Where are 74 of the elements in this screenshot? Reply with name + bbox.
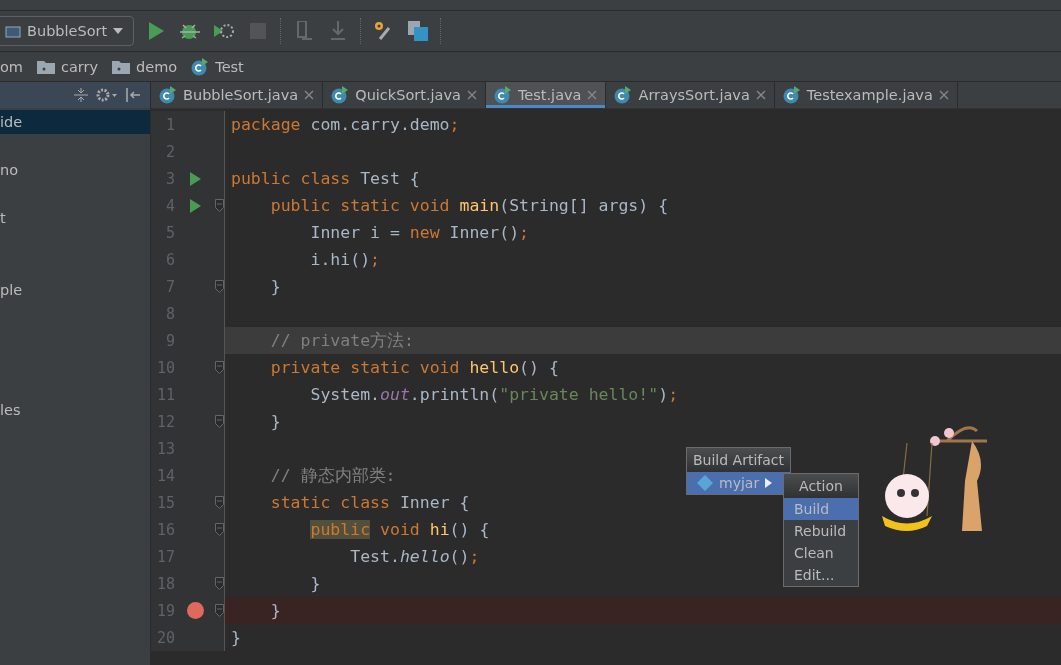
code-line: public class Test { [231,169,420,188]
class-icon [159,86,177,104]
class-icon [493,86,512,104]
project-tree-item[interactable]: no [0,158,150,182]
artifact-icon [697,475,713,491]
code-line: // private方法: [269,329,414,352]
project-tree-item[interactable]: ple [0,278,150,302]
code-line: public void hi() { [309,520,490,539]
folder-icon [37,59,55,74]
code-line: // 静态内部类: [269,464,396,487]
action-menu-item[interactable]: Clean [784,542,858,564]
code-line: System.out.println("private hello!"); [309,385,679,404]
code-line: public static void main(String[] args) { [269,196,669,215]
code-line: } [309,574,321,593]
breakpoint-icon[interactable] [186,602,204,619]
down-arrow-icon [329,21,348,41]
collapse-all-icon[interactable] [74,88,88,102]
folder-icon [112,59,131,74]
code-line: static class Inner { [269,493,470,512]
fold-marker-icon[interactable] [215,199,224,212]
editor-tab[interactable]: Testexample.java [774,82,958,108]
class-icon [331,86,350,104]
class-icon [614,86,633,104]
code-line: Test.hello(); [349,547,480,566]
run-gutter-icon[interactable] [189,171,201,186]
project-tree-item[interactable]: t [0,206,150,230]
hide-panel-icon[interactable] [126,88,142,102]
structure-button[interactable] [406,19,431,43]
action-menu-item[interactable]: Rebuild [784,520,858,542]
project-tree-item[interactable]: les [0,398,150,422]
breadcrumb[interactable]: om [0,58,23,75]
class-icon [782,86,801,104]
code-line: Inner i = new Inner(); [309,223,530,242]
dropdown-caret-icon [113,28,124,34]
close-icon[interactable] [938,90,949,100]
code-line: i.hi(); [309,250,380,269]
fold-marker-icon[interactable] [215,577,224,590]
settings-icon[interactable] [96,88,118,102]
code-line: } [231,628,241,647]
run-gutter-icon[interactable] [189,198,201,213]
fold-marker-icon[interactable] [215,280,224,293]
breadcrumb[interactable]: demo [112,58,178,75]
code-line: package com.carry.demo; [231,115,460,134]
code-line: } [269,601,281,620]
close-icon[interactable] [466,90,477,100]
window-icon [5,24,21,38]
coverage-icon [214,22,235,40]
code-line: } [269,412,281,431]
breadcrumb[interactable]: carry [37,58,99,75]
editor-tab[interactable]: BubbleSort.java [151,82,324,108]
run-configuration-dropdown[interactable]: BubbleSort [0,16,135,46]
run-icon [148,22,165,40]
popup-title: Build Artifact [687,448,790,472]
close-icon[interactable] [755,90,766,100]
breadcrumb[interactable]: Test [191,57,244,76]
structure-icon [408,21,429,41]
submenu-arrow-icon [765,478,773,488]
editor-tab[interactable]: QuickSort.java [323,82,486,108]
editor-tab[interactable]: ArraysSort.java [606,82,775,108]
fold-marker-icon[interactable] [215,415,224,428]
class-icon [191,57,210,76]
fold-marker-icon[interactable] [215,523,224,536]
action-menu-item[interactable]: Edit... [784,564,858,586]
submenu-title: Action [784,474,858,498]
fold-marker-icon[interactable] [215,361,224,374]
code-line: private static void hello() { [269,358,559,377]
project-tree-item[interactable]: ide [0,110,150,134]
close-icon[interactable] [587,90,598,100]
editor-tab[interactable]: Test.java [485,82,607,108]
fold-marker-icon[interactable] [215,604,224,617]
fold-marker-icon[interactable] [215,496,224,509]
bug-icon [180,22,201,40]
code-line: } [269,277,281,296]
close-icon[interactable] [304,90,315,100]
